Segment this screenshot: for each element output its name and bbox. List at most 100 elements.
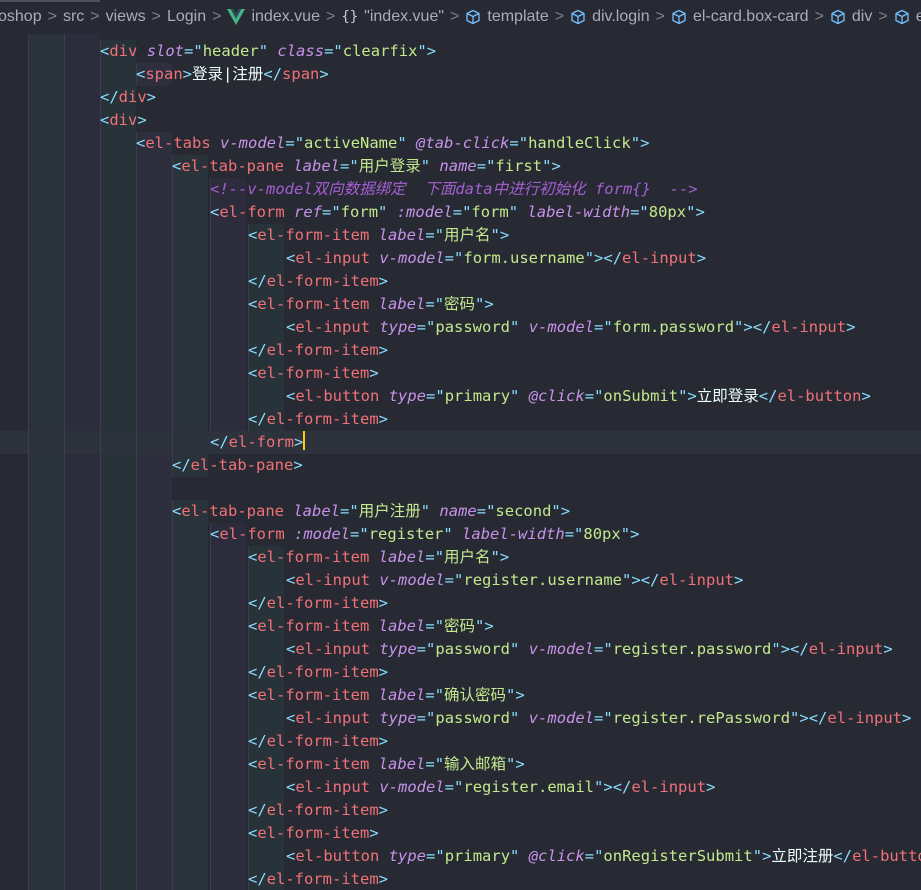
breadcrumb-item[interactable]: el-card.box-card <box>671 8 809 26</box>
indent-guide <box>64 707 100 730</box>
indent-guide <box>210 247 246 270</box>
breadcrumb-item[interactable]: el <box>894 8 921 26</box>
code-line[interactable]: </el-form-item> <box>0 868 921 890</box>
breadcrumb-item[interactable]: index.vue <box>227 8 320 26</box>
code-line[interactable]: <el-tabs v-model="activeName" @tab-click… <box>0 132 921 155</box>
code-line[interactable]: <el-form-item label="输入邮箱"> <box>0 753 921 776</box>
code-line[interactable]: </el-form-item> <box>0 730 921 753</box>
code-line[interactable]: <el-form-item label="密码"> <box>0 293 921 316</box>
indent-guide <box>28 201 64 224</box>
indent-guide <box>64 638 100 661</box>
indent-guide <box>210 661 246 684</box>
code-line[interactable]: <el-form-item label="密码"> <box>0 615 921 638</box>
indent-guide <box>172 845 208 868</box>
indent-guide <box>28 224 64 247</box>
code-line[interactable]: <el-form-item label="确认密码"> <box>0 684 921 707</box>
indent-guide <box>28 155 64 178</box>
indent-guide <box>64 500 100 523</box>
code-line[interactable] <box>0 477 921 500</box>
breadcrumb-item[interactable]: views <box>106 8 146 26</box>
code-line[interactable]: <el-form-item label="用户名"> <box>0 224 921 247</box>
breadcrumb-item[interactable]: div.login <box>570 8 650 26</box>
indent-guide <box>100 293 136 316</box>
code-line[interactable]: </el-form-item> <box>0 339 921 362</box>
indent-guide <box>136 408 172 431</box>
code-line[interactable]: </el-form-item> <box>0 799 921 822</box>
indent-guide <box>210 684 246 707</box>
indent-guide <box>172 385 208 408</box>
code-line[interactable]: <div> <box>0 109 921 132</box>
breadcrumb-item[interactable]: Login <box>167 8 206 26</box>
indent-guide <box>136 638 172 661</box>
code-line[interactable]: <el-button type="primary" @click="onSubm… <box>0 385 921 408</box>
indent-guide <box>172 270 208 293</box>
code-editor[interactable]: <el-card class="box-card"><div slot="hea… <box>0 34 921 890</box>
text-cursor <box>303 431 306 450</box>
indent-guide <box>28 63 64 86</box>
breadcrumb-item[interactable]: oshop <box>0 8 42 26</box>
code-line[interactable]: <el-tab-pane label="用户登录" name="first"> <box>0 155 921 178</box>
breadcrumb-item[interactable]: src <box>63 8 84 26</box>
indent-guide <box>28 615 64 638</box>
indent-guide <box>100 155 136 178</box>
code-line[interactable]: </el-form-item> <box>0 592 921 615</box>
breadcrumb-item[interactable]: template <box>465 8 549 26</box>
code-line[interactable]: <!--v-model双向数据绑定 下面data中进行初始化 form{} --… <box>0 178 921 201</box>
indent-guide <box>172 339 208 362</box>
indent-guide <box>248 569 284 592</box>
code-line[interactable]: <el-form ref="form" :model="form" label-… <box>0 201 921 224</box>
indent-guide <box>172 201 208 224</box>
code-line[interactable]: <el-input type="password" v-model="form.… <box>0 316 921 339</box>
breadcrumb-label: el-card.box-card <box>692 8 809 25</box>
code-line[interactable]: <el-button type="primary" @click="onRegi… <box>0 845 921 868</box>
indent-guide <box>248 707 284 730</box>
code-line[interactable]: <el-input type="password" v-model="regis… <box>0 707 921 730</box>
indent-guide <box>28 730 64 753</box>
code-line[interactable]: </el-tab-pane> <box>0 454 921 477</box>
code-line[interactable]: <el-tab-pane label="用户注册" name="second"> <box>0 500 921 523</box>
vue-icon <box>227 9 246 25</box>
code-text: <el-form-item label="输入邮箱"> <box>248 755 525 773</box>
indent-guide <box>64 293 100 316</box>
code-line[interactable]: <el-input v-model="form.username"></el-i… <box>0 247 921 270</box>
indent-guide <box>136 247 172 270</box>
code-line[interactable]: <el-input v-model="register.email"></el-… <box>0 776 921 799</box>
code-line[interactable]: <el-input type="password" v-model="regis… <box>0 638 921 661</box>
code-line[interactable]: <span>登录|注册</span> <box>0 63 921 86</box>
indent-guide <box>100 362 136 385</box>
code-line[interactable]: <el-form-item> <box>0 822 921 845</box>
indent-guide <box>136 546 172 569</box>
code-line[interactable]: <div slot="header" class="clearfix"> <box>0 40 921 63</box>
indent-guide <box>100 224 136 247</box>
code-text: <el-button type="primary" @click="onRegi… <box>286 847 921 865</box>
code-text: <el-button type="primary" @click="onSubm… <box>286 387 871 405</box>
code-line[interactable]: <el-form-item> <box>0 362 921 385</box>
indent-guide <box>64 546 100 569</box>
breadcrumb-item[interactable]: {} "index.vue" <box>341 8 444 26</box>
code-line[interactable]: </el-form-item> <box>0 270 921 293</box>
code-text: </el-form-item> <box>248 341 388 359</box>
indent-guide <box>210 546 246 569</box>
indent-guide <box>100 316 136 339</box>
indent-guide <box>136 753 172 776</box>
braces-icon: {} <box>341 9 359 25</box>
indent-guide <box>64 132 100 155</box>
breadcrumb-item[interactable]: div <box>830 8 872 26</box>
code-line[interactable]: <el-form-item label="用户名"> <box>0 546 921 569</box>
code-text: </el-form-item> <box>248 801 388 819</box>
indent-guide <box>28 362 64 385</box>
indent-guide <box>28 454 64 477</box>
breadcrumb-label: div.login <box>592 8 650 25</box>
indent-guide <box>136 845 172 868</box>
code-line[interactable]: </el-form> <box>0 431 921 454</box>
chevron-right-icon: > <box>814 8 824 25</box>
indent-guide <box>64 684 100 707</box>
code-line[interactable]: </el-form-item> <box>0 661 921 684</box>
indent-guide <box>210 339 246 362</box>
code-line[interactable]: <el-form :model="register" label-width="… <box>0 523 921 546</box>
code-line[interactable]: <el-input v-model="register.username"></… <box>0 569 921 592</box>
code-line[interactable]: </div> <box>0 86 921 109</box>
indent-guide <box>172 362 208 385</box>
code-line[interactable]: </el-form-item> <box>0 408 921 431</box>
indent-guide <box>100 845 136 868</box>
